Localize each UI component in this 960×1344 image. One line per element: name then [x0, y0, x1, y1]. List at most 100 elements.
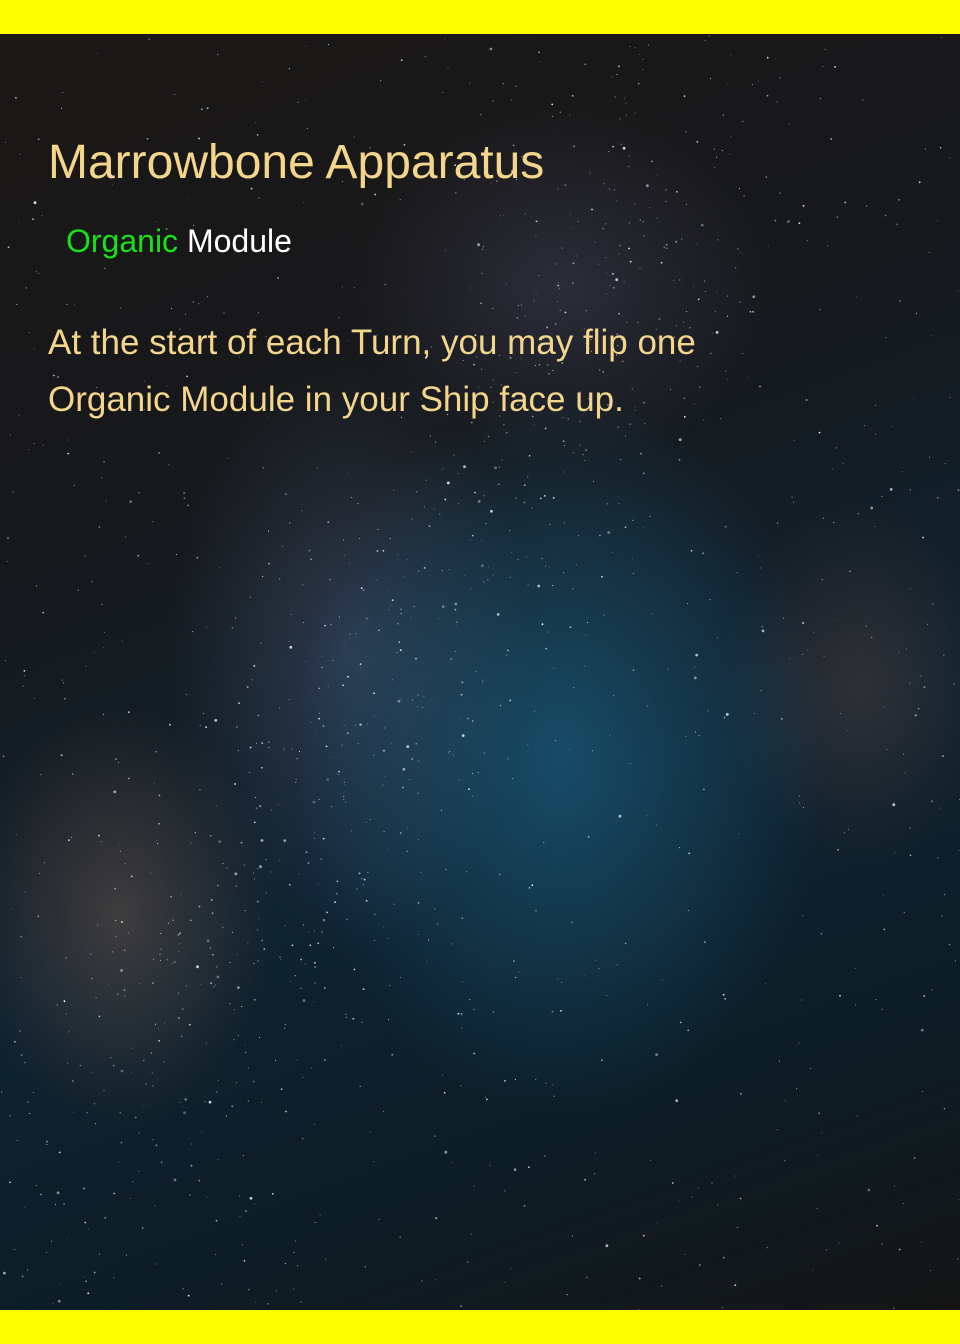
- star: [557, 284, 560, 287]
- star: [466, 1261, 469, 1263]
- star: [100, 840, 102, 843]
- star: [373, 1161, 375, 1163]
- card-title: Marrowbone Apparatus: [48, 136, 545, 189]
- star: [397, 699, 401, 703]
- star: [98, 1253, 100, 1255]
- star: [504, 1080, 506, 1082]
- star: [837, 848, 839, 851]
- star: [406, 828, 409, 830]
- star: [86, 1112, 88, 1114]
- star: [295, 778, 297, 781]
- star: [181, 1106, 183, 1108]
- star: [498, 483, 500, 485]
- star: [14, 1040, 16, 1043]
- star: [553, 1095, 555, 1097]
- star: [883, 706, 885, 708]
- star: [492, 574, 494, 576]
- star: [499, 705, 502, 707]
- star: [681, 238, 683, 240]
- star: [317, 942, 320, 945]
- star: [791, 496, 793, 498]
- star: [584, 1178, 586, 1181]
- star: [839, 994, 841, 997]
- star: [606, 994, 608, 996]
- star: [298, 873, 300, 875]
- star: [151, 1072, 153, 1074]
- star: [285, 493, 287, 495]
- star: [209, 834, 212, 837]
- star: [143, 1105, 145, 1107]
- star: [119, 1112, 122, 1114]
- star: [343, 781, 345, 783]
- star: [722, 1306, 724, 1309]
- star: [408, 778, 411, 781]
- star: [236, 1082, 238, 1084]
- star: [226, 867, 228, 869]
- star: [181, 1008, 184, 1010]
- star: [24, 891, 26, 893]
- star: [232, 931, 234, 933]
- star: [131, 1048, 133, 1050]
- star: [313, 930, 316, 932]
- star: [875, 998, 877, 1001]
- star: [180, 1035, 183, 1038]
- star: [461, 980, 464, 983]
- star: [19, 153, 21, 155]
- star: [466, 871, 468, 873]
- star: [218, 840, 222, 843]
- star: [120, 969, 123, 972]
- star: [936, 220, 938, 222]
- star: [913, 1157, 916, 1159]
- star: [210, 899, 213, 901]
- star: [675, 240, 678, 243]
- star: [234, 617, 237, 619]
- star: [930, 334, 932, 336]
- star: [174, 961, 176, 963]
- star: [159, 959, 162, 961]
- star: [425, 479, 427, 481]
- star: [523, 501, 526, 504]
- star: [115, 935, 117, 937]
- star: [423, 567, 426, 569]
- star: [632, 519, 634, 521]
- star: [341, 744, 343, 746]
- star: [834, 66, 836, 68]
- star: [156, 839, 158, 842]
- star: [373, 754, 375, 756]
- star: [310, 558, 313, 561]
- star: [703, 788, 705, 791]
- star: [776, 1129, 778, 1131]
- star: [321, 655, 323, 657]
- star: [807, 649, 809, 651]
- star: [761, 629, 765, 633]
- star: [211, 912, 214, 915]
- star: [696, 242, 698, 245]
- star: [265, 892, 267, 894]
- star: [188, 1023, 191, 1026]
- star: [353, 968, 356, 971]
- star: [236, 953, 238, 955]
- star: [28, 332, 30, 334]
- star: [9, 434, 11, 436]
- star: [695, 653, 699, 657]
- star: [72, 773, 74, 775]
- star: [820, 932, 823, 935]
- star: [958, 1198, 960, 1201]
- star: [329, 578, 331, 581]
- star: [267, 530, 270, 532]
- star: [383, 1110, 385, 1112]
- star: [503, 1190, 506, 1192]
- star: [571, 95, 574, 97]
- star: [957, 489, 960, 491]
- star: [67, 1062, 69, 1064]
- star: [284, 1027, 286, 1029]
- star: [6, 560, 8, 562]
- star: [663, 246, 666, 249]
- star: [589, 172, 591, 174]
- star: [646, 184, 649, 188]
- star: [417, 694, 419, 696]
- star: [441, 570, 443, 572]
- star: [324, 624, 326, 627]
- star: [417, 570, 420, 572]
- star: [651, 160, 653, 163]
